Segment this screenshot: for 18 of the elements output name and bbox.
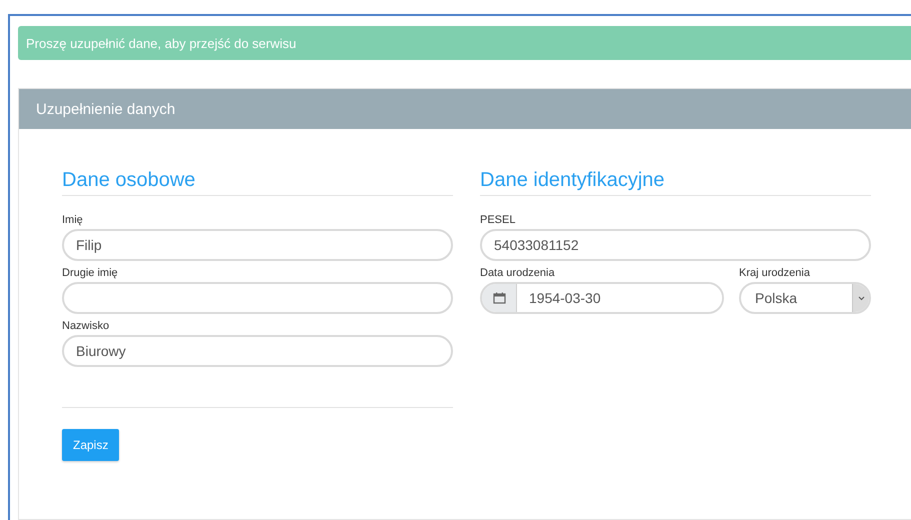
calendar-icon [492,292,506,304]
text-field[interactable] [62,282,453,314]
field-label: Kraj urodzenia [739,267,811,279]
section-title: Dane identyfikacyjne [480,169,871,196]
field-label: Data urodzenia [480,267,556,279]
text-field[interactable]: Biurowy [62,335,453,367]
panel-title: Uzupełnienie danych [36,100,176,118]
field-label: PESEL [480,214,516,226]
date-field[interactable]: 1954-03-30 [480,282,724,314]
text-field[interactable]: Filip [62,229,453,261]
country-select[interactable]: Polska [739,282,871,314]
field-label: Imię [62,214,84,226]
section-title: Dane osobowe [62,169,453,196]
field-label: Drugie imię [62,267,119,279]
text-field[interactable]: 54033081152 [480,229,871,261]
alert-message: Proszę uzupełnić dane, aby przejść do serwisu [18,26,911,60]
caret-icon [858,296,864,300]
field-label: Nazwisko [62,320,110,332]
